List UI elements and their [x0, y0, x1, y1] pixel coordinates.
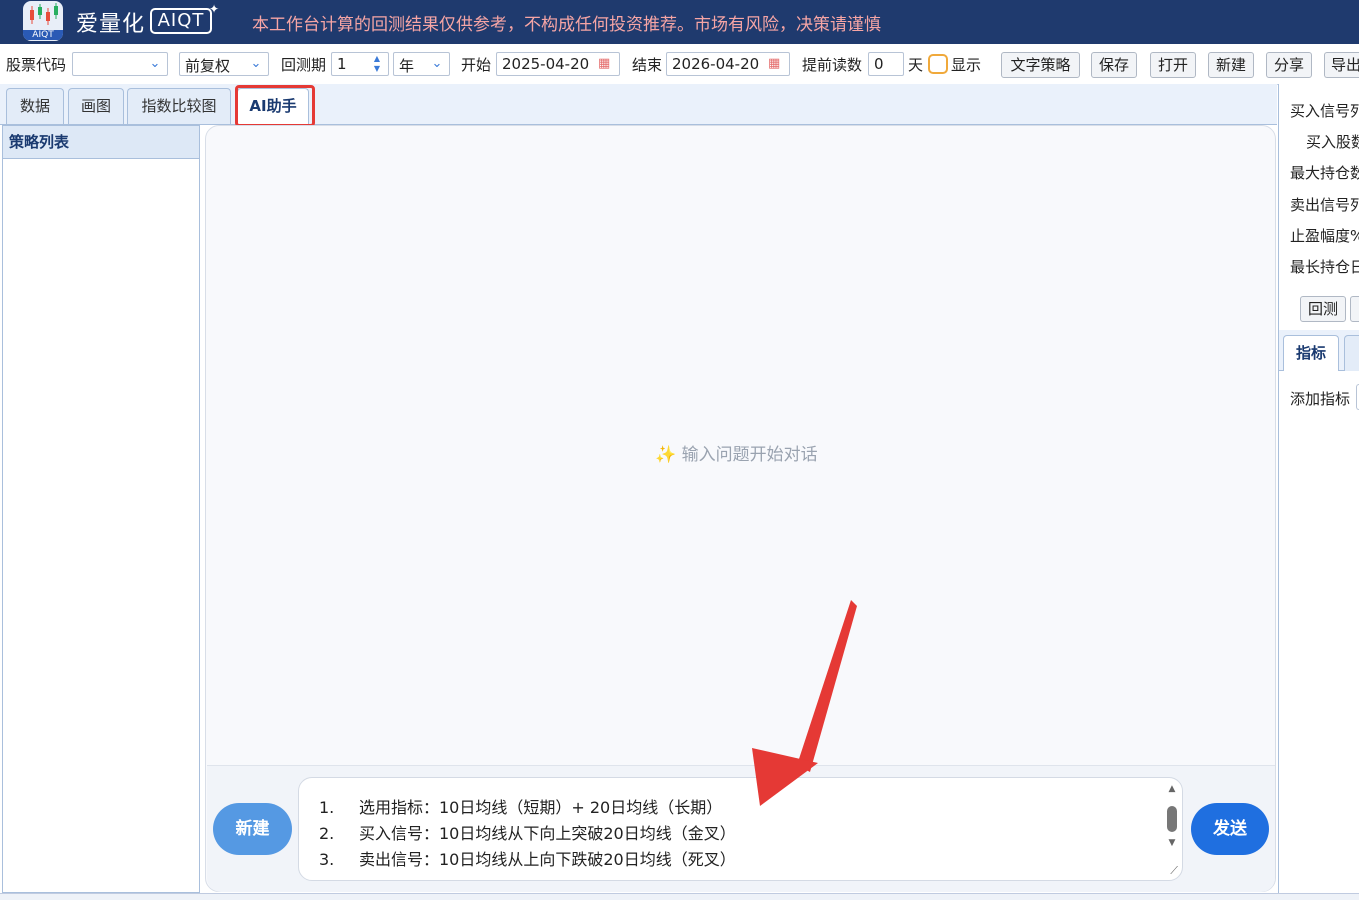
start-date-value: 2025-04-20 [502, 55, 590, 73]
stepper-arrows-icon[interactable]: ▲ ▼ [368, 54, 386, 74]
period-stepper[interactable]: 1 ▲ ▼ [331, 52, 389, 76]
end-date-value: 2026-04-20 [672, 55, 760, 73]
more-button[interactable] [1350, 296, 1359, 322]
new-chat-button[interactable]: 新建 [213, 803, 292, 855]
end-label: 结束 [632, 56, 663, 74]
right-settings-panel: 买入信号列 买入股数 最大持仓数 卖出信号列 止盈幅度% 最长持仓日 回测 指标… [1278, 84, 1359, 894]
buy-signal-label: 买入信号列 [1290, 102, 1359, 120]
strategy-list-panel: 策略列表 [2, 125, 200, 893]
start-date-input[interactable]: 2025-04-20 ▦ [496, 52, 620, 76]
save-button[interactable]: 保存 [1091, 52, 1137, 78]
logo-icon-label: AIQT [23, 30, 63, 40]
toolbar: 股票代码 ⌄ 前复权 ⌄ 回测期 1 ▲ ▼ 年 ⌄ 开始 2025-04-20 … [0, 44, 1359, 85]
chevron-down-icon: ⌄ [431, 56, 443, 71]
export-button[interactable]: 导出 [1324, 52, 1359, 78]
resize-handle-icon[interactable]: ⟋ [1170, 864, 1178, 878]
adjust-value: 前复权 [185, 57, 231, 75]
sparkle-icon: ✦ [209, 2, 220, 16]
preload-label: 提前读数 [802, 56, 863, 74]
end-date-input[interactable]: 2026-04-20 ▦ [666, 52, 790, 76]
chat-empty-state: ✨ 输入问题开始对话 [655, 440, 818, 465]
disclaimer-text: 本工作台计算的回测结果仅供参考，不构成任何投资推荐。市场有风险，决策请谨慎 [252, 15, 881, 35]
preload-input[interactable]: 0 [868, 52, 904, 76]
calendar-icon[interactable]: ▦ [768, 56, 784, 72]
start-label: 开始 [461, 56, 492, 74]
period-unit-select[interactable]: 年 ⌄ [393, 52, 450, 76]
show-checkbox[interactable] [928, 54, 948, 74]
chevron-down-icon: ⌄ [149, 56, 161, 71]
sparkle-icon: ✨ [655, 445, 677, 465]
scroll-down-icon[interactable]: ▼ [1166, 838, 1178, 848]
input-line: 2. 买入信号：10日均线从下向上突破20日均线（金叉） [319, 824, 736, 843]
preload-unit: 天 [908, 56, 924, 74]
strategy-list-title: 策略列表 [3, 126, 199, 159]
max-hold-days-label: 最长持仓日 [1290, 258, 1359, 276]
scroll-thumb[interactable] [1167, 806, 1177, 832]
take-profit-label: 止盈幅度% [1290, 227, 1359, 245]
tab-indicators[interactable]: 指标 [1283, 335, 1339, 371]
app-brand-box: AIQT [150, 8, 212, 34]
stock-code-label: 股票代码 [6, 56, 67, 74]
open-button[interactable]: 打开 [1150, 52, 1196, 78]
app-name: 爱量化 [76, 12, 146, 37]
buy-shares-label: 买入股数 [1306, 133, 1359, 151]
input-line: 1. 选用指标：10日均线（短期）+ 20日均线（长期） [319, 798, 723, 817]
input-line: 3. 卖出信号：10日均线从上向下跌破20日均线（死叉） [319, 850, 736, 869]
app-header: AIQT 爱量化 AIQT ✦ 本工作台计算的回测结果仅供参考，不构成任何投资推… [0, 0, 1359, 44]
share-button[interactable]: 分享 [1266, 52, 1312, 78]
stock-code-select[interactable]: ⌄ [72, 52, 168, 76]
chat-empty-hint: 输入问题开始对话 [681, 445, 818, 465]
sell-signal-label: 卖出信号列 [1290, 196, 1359, 214]
main-tabbar: 数据 画图 指数比较图 AI助手 [0, 84, 1277, 125]
period-unit-value: 年 [399, 57, 415, 75]
add-indicator-label: 添加指标 [1290, 390, 1351, 408]
max-positions-label: 最大持仓数 [1290, 164, 1359, 182]
period-label: 回测期 [281, 56, 327, 74]
tab-chart[interactable]: 画图 [68, 88, 124, 124]
chevron-down-icon: ⌄ [250, 56, 262, 71]
show-label: 显示 [951, 56, 982, 74]
textarea-scrollbar[interactable]: ▲ ▼ [1166, 784, 1178, 854]
app-logo-icon: AIQT [23, 1, 63, 41]
tab-index-compare[interactable]: 指数比较图 [127, 88, 231, 124]
new-button[interactable]: 新建 [1208, 52, 1254, 78]
tab-data[interactable]: 数据 [6, 88, 64, 124]
backtest-button[interactable]: 回测 [1300, 296, 1346, 322]
calendar-icon[interactable]: ▦ [598, 56, 614, 72]
period-value: 1 [337, 55, 347, 73]
chat-input-textarea[interactable]: 1. 选用指标：10日均线（短期）+ 20日均线（长期） 2. 买入信号：10日均线… [298, 777, 1183, 881]
send-button[interactable]: 发送 [1191, 803, 1269, 855]
text-strategy-button[interactable]: 文字策略 [1001, 52, 1080, 78]
scroll-up-icon[interactable]: ▲ [1166, 784, 1178, 794]
preload-value: 0 [874, 55, 884, 73]
highlight-box [235, 85, 315, 127]
tab-params[interactable] [1344, 335, 1359, 371]
right-tabbar: 指标 [1279, 330, 1359, 371]
adjust-select[interactable]: 前复权 ⌄ [179, 52, 269, 76]
